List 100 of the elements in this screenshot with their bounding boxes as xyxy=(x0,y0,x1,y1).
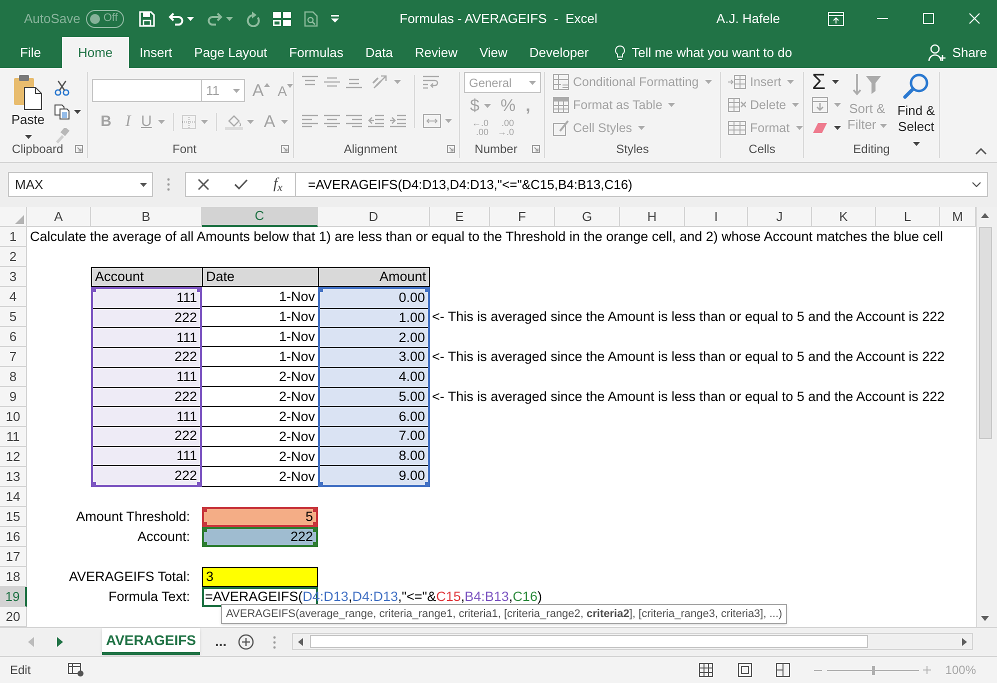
ribbon-tab[interactable]: Page Layout xyxy=(183,37,278,68)
row-header[interactable]: 4 xyxy=(0,287,27,307)
caret-icon[interactable] xyxy=(140,182,147,186)
save-icon[interactable] xyxy=(139,10,156,26)
name-box[interactable]: MAX xyxy=(8,172,153,197)
copy-icon[interactable] xyxy=(54,104,70,120)
scrollbar-thumb[interactable] xyxy=(978,227,992,439)
ribbon-tab[interactable]: Review xyxy=(404,37,468,68)
scroll-right-icon[interactable] xyxy=(962,638,967,646)
vertical-scrollbar[interactable] xyxy=(976,207,993,627)
share-button[interactable]: Share xyxy=(928,37,987,68)
column-header[interactable]: J xyxy=(748,207,812,227)
row-header[interactable]: 8 xyxy=(0,367,27,387)
column-header[interactable]: L xyxy=(876,207,940,227)
autosum-button[interactable]: Σ xyxy=(812,72,841,92)
find-select-button[interactable]: Find & Select xyxy=(893,72,939,151)
row-header[interactable]: 14 xyxy=(0,487,27,507)
close-icon[interactable] xyxy=(968,13,980,24)
undo-icon[interactable] xyxy=(168,12,184,26)
dialog-launcher-icon[interactable] xyxy=(532,145,540,153)
horizontal-scrollbar[interactable] xyxy=(292,633,973,650)
page-layout-icon[interactable] xyxy=(738,663,752,677)
caret-icon[interactable] xyxy=(832,80,839,84)
caret-icon[interactable] xyxy=(187,16,194,20)
row-header[interactable]: 19 xyxy=(0,587,27,607)
tell-me-field[interactable]: Tell me what you want to do xyxy=(632,42,822,62)
add-sheet-icon[interactable] xyxy=(238,634,254,650)
column-header[interactable]: K xyxy=(812,207,876,227)
dropdown-icon[interactable] xyxy=(331,14,340,22)
column-header[interactable]: F xyxy=(490,207,555,227)
scroll-right-icon[interactable] xyxy=(57,637,63,647)
row-header[interactable]: 16 xyxy=(0,527,27,547)
scrollbar-thumb[interactable] xyxy=(310,635,868,648)
enter-icon[interactable] xyxy=(234,179,248,190)
ribbon-tab[interactable]: Developer xyxy=(518,37,600,68)
row-header[interactable]: 15 xyxy=(0,507,27,527)
row-header[interactable]: 1 xyxy=(0,227,27,247)
column-header[interactable]: I xyxy=(685,207,748,227)
cancel-icon[interactable] xyxy=(198,179,210,190)
caret-icon[interactable] xyxy=(912,142,920,146)
font-name-field[interactable] xyxy=(92,79,202,102)
paste-button[interactable]: Paste xyxy=(8,74,48,144)
dialog-launcher-icon[interactable] xyxy=(75,145,83,153)
macro-icon[interactable] xyxy=(68,663,84,677)
row-header[interactable]: 18 xyxy=(0,567,27,587)
drag-handle-icon[interactable] xyxy=(167,178,170,191)
column-header[interactable]: D xyxy=(318,207,430,227)
scroll-left-icon[interactable] xyxy=(298,638,303,646)
row-header[interactable]: 5 xyxy=(0,307,27,327)
sheet-tab[interactable]: AVERAGEIFS xyxy=(102,628,200,655)
row-header[interactable]: 3 xyxy=(0,267,27,287)
row-header[interactable]: 13 xyxy=(0,467,27,487)
expand-icon[interactable] xyxy=(972,182,981,187)
insert-function-button[interactable]: f$_{x}$ xyxy=(273,173,283,196)
ribbon-tab[interactable]: File xyxy=(9,37,52,68)
ribbon-tab[interactable]: Data xyxy=(354,37,404,68)
row-header[interactable]: 11 xyxy=(0,427,27,447)
column-header[interactable]: C xyxy=(202,207,318,227)
collapse-ribbon-icon[interactable] xyxy=(975,148,987,155)
ribbon-tab[interactable]: Home xyxy=(62,37,129,68)
ribbon-tab[interactable]: View xyxy=(468,37,518,68)
row-header[interactable]: 10 xyxy=(0,407,27,427)
row-header[interactable]: 2 xyxy=(0,247,27,267)
scissors-icon[interactable] xyxy=(54,80,70,96)
row-header[interactable]: 7 xyxy=(0,347,27,367)
dialog-launcher-icon[interactable] xyxy=(281,145,289,153)
fill-down-icon[interactable] xyxy=(812,97,828,113)
minimize-icon[interactable] xyxy=(876,18,888,19)
caret-icon[interactable] xyxy=(834,126,841,130)
normal-view-icon[interactable] xyxy=(699,663,714,677)
page-break-icon[interactable] xyxy=(776,663,790,677)
column-header[interactable]: H xyxy=(620,207,685,227)
scroll-up-icon[interactable] xyxy=(981,213,989,218)
zoom-slider[interactable] xyxy=(827,666,920,674)
plus-icon[interactable] xyxy=(923,666,932,674)
row-header[interactable]: 20 xyxy=(0,607,27,627)
drag-handle-icon[interactable] xyxy=(272,636,276,649)
caret-icon[interactable] xyxy=(74,110,81,114)
row-header[interactable]: 9 xyxy=(0,387,27,407)
row-header[interactable]: 6 xyxy=(0,327,27,347)
ribbon-tab[interactable]: Insert xyxy=(128,37,184,68)
ribbon-tab[interactable]: Formulas xyxy=(278,37,354,68)
eraser-icon[interactable] xyxy=(812,122,828,134)
column-header[interactable]: B xyxy=(91,207,202,227)
more-sheets-button[interactable]: ... xyxy=(215,628,227,655)
maximize-icon[interactable] xyxy=(922,13,934,24)
row-header[interactable]: 12 xyxy=(0,447,27,467)
row-header[interactable]: 17 xyxy=(0,547,27,567)
grid-icon[interactable] xyxy=(273,12,292,26)
caret-icon[interactable] xyxy=(24,135,32,139)
column-header[interactable]: A xyxy=(27,207,91,227)
ribbon-display-icon[interactable] xyxy=(828,12,844,26)
paintbrush-icon[interactable] xyxy=(54,128,70,144)
column-header[interactable]: E xyxy=(430,207,490,227)
column-header[interactable]: M xyxy=(940,207,976,227)
select-all-button[interactable] xyxy=(0,207,27,227)
scroll-down-icon[interactable] xyxy=(981,616,989,621)
dialog-launcher-icon[interactable] xyxy=(447,145,455,153)
column-header[interactable]: G xyxy=(555,207,620,227)
formula-field[interactable]: =AVERAGEIFS(D4:D13,D4:D13,"<="&C15,B4:B13,C16) xyxy=(296,172,988,197)
